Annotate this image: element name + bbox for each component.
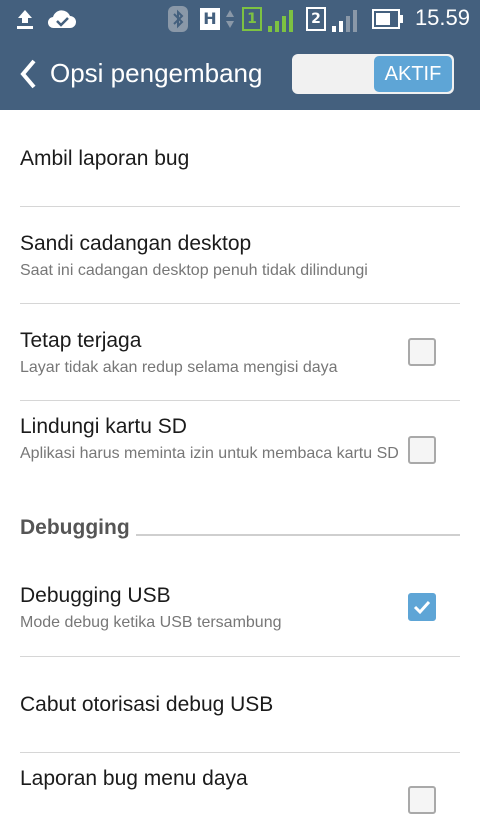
list-item-revoke-usb-debugging[interactable]: Cabut otorisasi debug USB — [20, 693, 460, 717]
item-title: Ambil laporan bug — [20, 147, 190, 170]
clock: 15.59 — [414, 5, 470, 30]
list-item-desktop-backup-password[interactable]: Sandi cadangan desktop Saat ini cadangan… — [20, 232, 460, 281]
developer-options-toggle[interactable]: AKTIF — [292, 54, 454, 94]
list-item-usb-debugging[interactable]: Debugging USB Mode debug ketika USB ters… — [20, 584, 460, 633]
item-subtitle: Saat ini cadangan desktop penuh tidak di… — [20, 262, 368, 279]
sim2-signal-icon — [332, 10, 357, 32]
list-item-power-menu-bug-report[interactable]: Laporan bug menu daya — [20, 767, 460, 791]
list-item-protect-sd-card[interactable]: Lindungi kartu SD Aplikasi harus meminta… — [20, 415, 460, 464]
bluetooth-icon — [168, 6, 188, 32]
section-divider — [136, 534, 460, 536]
battery-icon — [372, 9, 403, 29]
status-bar: H 1 2 15.59 — [0, 0, 480, 38]
toggle-on-label: AKTIF — [374, 56, 452, 92]
power-menu-bug-report-checkbox[interactable] — [408, 786, 436, 814]
protect-sd-card-checkbox[interactable] — [408, 436, 436, 464]
item-subtitle: Layar tidak akan redup selama mengisi da… — [20, 359, 338, 376]
check-icon — [413, 600, 431, 615]
item-title: Tetap terjaga — [20, 329, 142, 352]
item-title: Laporan bug menu daya — [20, 767, 248, 790]
divider — [20, 656, 460, 657]
sim1-icon: 1 — [242, 7, 262, 31]
sim1-signal-icon — [268, 10, 293, 32]
section-header-debugging: Debugging — [20, 516, 130, 539]
network-h-icon: H — [200, 8, 220, 30]
divider — [20, 206, 460, 207]
item-title: Lindungi kartu SD — [20, 415, 187, 438]
upload-icon — [17, 10, 33, 29]
item-title: Debugging USB — [20, 584, 171, 607]
stay-awake-checkbox[interactable] — [408, 338, 436, 366]
app-bar: Opsi pengembang AKTIF — [0, 38, 480, 110]
usb-debugging-checkbox[interactable] — [408, 593, 436, 621]
cloud-check-icon — [47, 10, 76, 29]
item-subtitle: Mode debug ketika USB tersambung — [20, 614, 282, 631]
sim2-icon: 2 — [306, 7, 326, 31]
page-title: Opsi pengembang — [50, 58, 263, 88]
list-item-bug-report[interactable]: Ambil laporan bug — [20, 147, 460, 171]
divider — [20, 400, 460, 401]
item-title: Sandi cadangan desktop — [20, 232, 252, 255]
divider — [20, 303, 460, 304]
divider — [20, 752, 460, 753]
item-title: Cabut otorisasi debug USB — [20, 693, 274, 716]
data-arrows-icon — [226, 10, 234, 28]
item-subtitle: Aplikasi harus meminta izin untuk membac… — [20, 445, 399, 462]
back-arrow-icon[interactable] — [18, 58, 40, 90]
list-item-stay-awake[interactable]: Tetap terjaga Layar tidak akan redup sel… — [20, 329, 460, 378]
